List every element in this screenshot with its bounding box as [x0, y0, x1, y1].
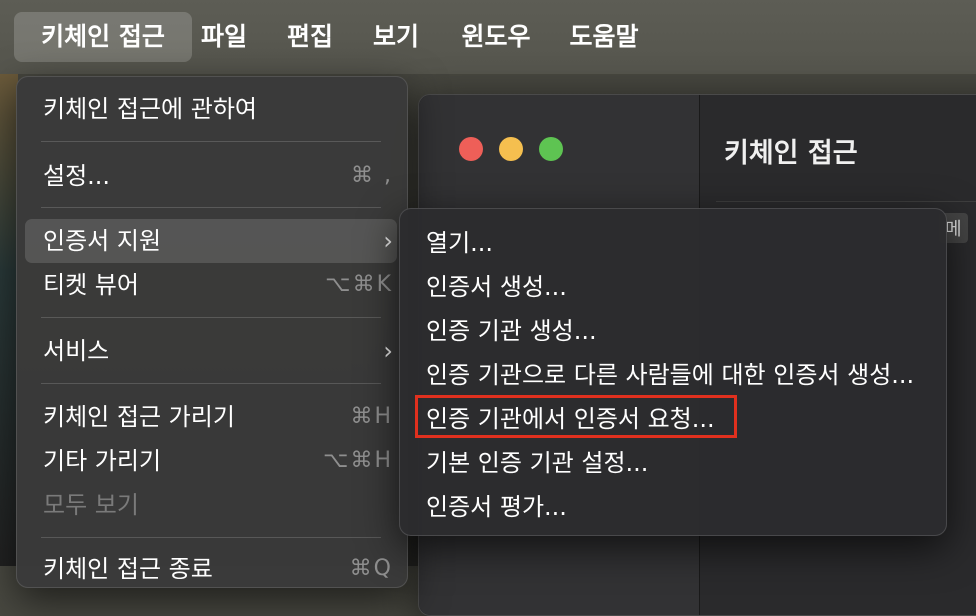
window-title: 키체인 접근	[724, 138, 858, 169]
menu-item-services[interactable]: 서비스 ›	[25, 329, 397, 373]
shortcut-label: ⌥⌘K	[325, 272, 393, 297]
menu-item-show-all: 모두 보기	[25, 483, 397, 527]
submenu-item-label: 열기...	[426, 229, 494, 257]
keychain-access-app-menu: 키체인 접근에 관하여 설정... ⌘ , 인증서 지원 › 티켓 뷰어 ⌥⌘K…	[16, 76, 408, 588]
menu-separator	[41, 141, 381, 142]
menubar-view[interactable]: 보기	[368, 12, 424, 62]
submenu-item-set-default-certificate-authority[interactable]: 기본 인증 기관 설정...	[400, 441, 946, 485]
chevron-right-icon: ›	[383, 337, 393, 365]
menu-item-label: 키체인 접근에 관하여	[43, 95, 257, 123]
menubar-file[interactable]: 파일	[196, 12, 252, 62]
menu-item-hide-others[interactable]: 기타 가리기 ⌥⌘H	[25, 439, 397, 483]
minimize-window-button[interactable]	[499, 137, 523, 161]
menu-item-quit-keychain-access[interactable]: 키체인 접근 종료 ⌘Q	[25, 547, 397, 591]
toolbar-divider	[716, 201, 976, 202]
menu-item-hide-keychain-access[interactable]: 키체인 접근 가리기 ⌘H	[25, 395, 397, 439]
menu-item-ticket-viewer[interactable]: 티켓 뷰어 ⌥⌘K	[25, 263, 397, 307]
menu-bar: 키체인 접근 파일 편집 보기 윈도우 도움말	[0, 0, 976, 74]
submenu-item-label: 인증 기관 생성...	[426, 317, 597, 345]
zoom-window-button[interactable]	[539, 137, 563, 161]
shortcut-label: ⌥⌘H	[323, 448, 393, 473]
shortcut-label: ⌘ ,	[351, 163, 393, 188]
menu-item-label: 티켓 뷰어	[43, 271, 139, 299]
submenu-item-create-certificate-authority[interactable]: 인증 기관 생성...	[400, 309, 946, 353]
menu-item-settings[interactable]: 설정... ⌘ ,	[25, 154, 397, 198]
menu-item-label: 키체인 접근 가리기	[43, 403, 235, 431]
menu-item-label: 기타 가리기	[43, 447, 162, 475]
highlight-annotation-box	[415, 395, 737, 438]
chevron-right-icon: ›	[383, 227, 393, 255]
menubar-help[interactable]: 도움말	[562, 12, 646, 62]
submenu-item-evaluate-certificate[interactable]: 인증서 평가...	[400, 485, 946, 529]
shortcut-label: ⌘H	[350, 404, 393, 429]
menu-separator	[41, 383, 381, 384]
submenu-item-label: 인증서 생성...	[426, 273, 567, 301]
submenu-item-label: 인증 기관으로 다른 사람들에 대한 인증서 생성...	[426, 361, 915, 389]
submenu-item-label: 기본 인증 기관 설정...	[426, 449, 649, 477]
menu-item-certificate-assistant[interactable]: 인증서 지원 ›	[25, 219, 397, 263]
menu-item-label: 설정...	[43, 162, 111, 190]
menu-separator	[41, 207, 381, 208]
menubar-app-keychain-access[interactable]: 키체인 접근	[14, 12, 192, 62]
submenu-item-create-certificate-for-others[interactable]: 인증 기관으로 다른 사람들에 대한 인증서 생성...	[400, 353, 946, 397]
submenu-item-create-certificate[interactable]: 인증서 생성...	[400, 265, 946, 309]
menu-item-about[interactable]: 키체인 접근에 관하여	[25, 87, 397, 131]
certificate-assistant-submenu: 열기... 인증서 생성... 인증 기관 생성... 인증 기관으로 다른 사…	[399, 208, 947, 536]
shortcut-label: ⌘Q	[349, 556, 393, 581]
submenu-item-open[interactable]: 열기...	[400, 221, 946, 265]
menubar-edit[interactable]: 편집	[282, 12, 338, 62]
menubar-window[interactable]: 윈도우	[454, 12, 538, 62]
menu-item-label: 키체인 접근 종료	[43, 555, 213, 583]
submenu-item-label: 인증서 평가...	[426, 493, 567, 521]
close-window-button[interactable]	[459, 137, 483, 161]
menu-item-label: 모두 보기	[43, 491, 139, 519]
menu-separator	[41, 317, 381, 318]
menu-separator	[41, 537, 381, 538]
menu-item-label: 서비스	[43, 337, 110, 365]
menu-item-label: 인증서 지원	[43, 227, 162, 255]
